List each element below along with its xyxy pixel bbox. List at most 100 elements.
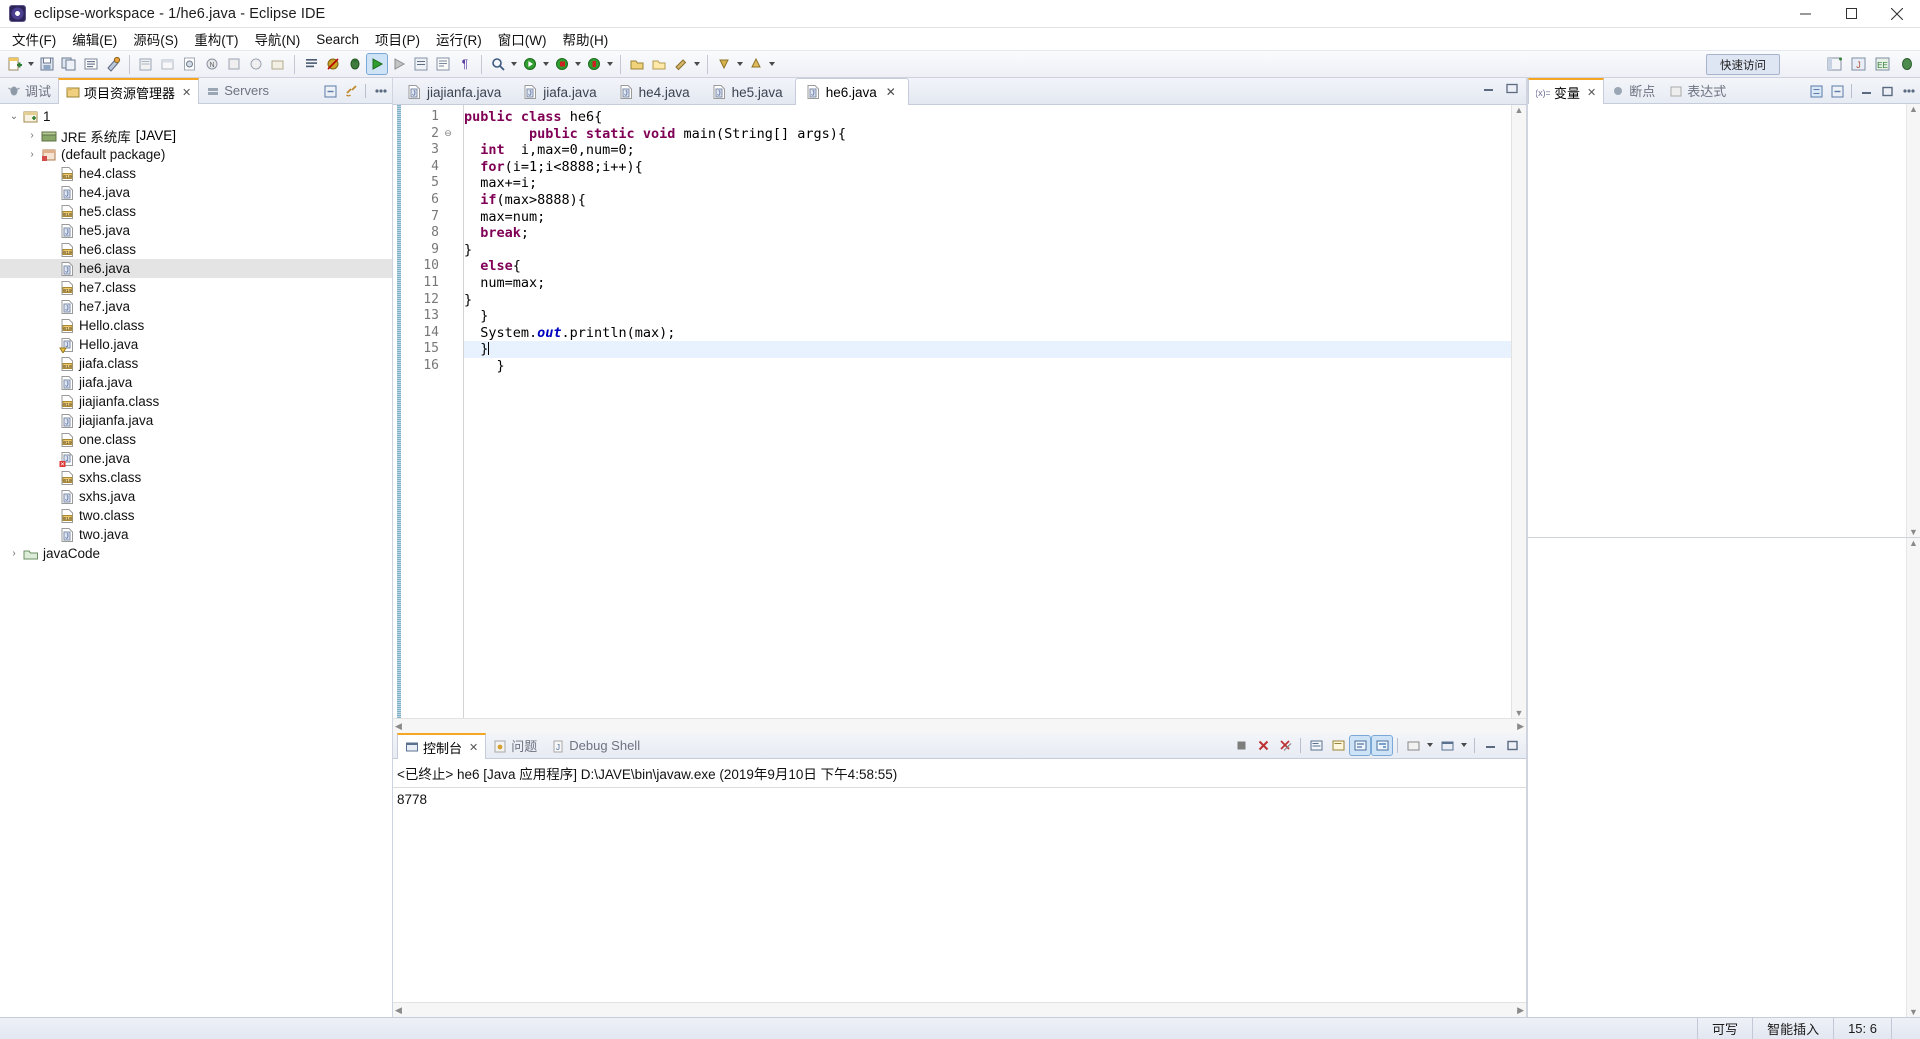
chevron-right-icon[interactable]: ›	[6, 546, 22, 562]
console-scroll-right-icon[interactable]: ▶	[1517, 1005, 1524, 1016]
new-annotation-icon[interactable]	[246, 54, 266, 74]
open-folder-icon[interactable]	[649, 54, 669, 74]
tree-item-hello-java[interactable]: J Hello.java	[0, 335, 392, 354]
fold-collapse-icon[interactable]: ⊖	[443, 126, 453, 143]
tab-expressions[interactable]: 表达式	[1662, 78, 1733, 103]
tab-servers[interactable]: Servers	[199, 78, 276, 103]
code-line[interactable]: }	[464, 292, 1511, 309]
editor-tab-jiajianfa-java[interactable]: Jjiajianfa.java	[397, 80, 513, 104]
previous-annotation-dropdown-icon[interactable]	[767, 54, 777, 74]
code-line[interactable]: num=max;	[464, 275, 1511, 292]
tab-variables-close-icon[interactable]: ✕	[1587, 86, 1596, 99]
new-wizard-dropdown-icon[interactable]	[26, 54, 36, 74]
tab-debug-shell[interactable]: J Debug Shell	[544, 733, 647, 758]
run-icon[interactable]	[366, 53, 388, 75]
close-button[interactable]	[1874, 0, 1920, 28]
code-line[interactable]: }	[464, 308, 1511, 325]
menu-navigate[interactable]: 导航(N)	[247, 27, 309, 51]
source-code[interactable]: public class he6{ public static void mai…	[464, 105, 1511, 718]
quick-access-box[interactable]: 快速访问	[1706, 54, 1780, 75]
tree-item-he5-java[interactable]: Jhe5.java	[0, 221, 392, 240]
view-menu-icon[interactable]	[1899, 82, 1917, 100]
tab-project-explorer-close-icon[interactable]: ✕	[182, 86, 191, 99]
tree-item-jiajianfa-class[interactable]: 010 jiajianfa.class	[0, 392, 392, 411]
variables-content[interactable]: ▲ ▼	[1528, 104, 1920, 537]
tree-item-jiajianfa-java[interactable]: Jjiajianfa.java	[0, 411, 392, 430]
display-console-dropdown-icon[interactable]	[1459, 735, 1469, 755]
maximize-button[interactable]	[1828, 0, 1874, 28]
tree-item-1[interactable]: ⌄ 1	[0, 107, 392, 126]
debug-icon[interactable]	[345, 54, 365, 74]
menu-refactor[interactable]: 重构(T)	[186, 27, 246, 51]
tree-item-he7-class[interactable]: 010 he7.class	[0, 278, 392, 297]
code-line[interactable]: break;	[464, 225, 1511, 242]
run-dropdown-icon[interactable]	[541, 54, 551, 74]
editor-tab-he5-java[interactable]: Jhe5.java	[702, 80, 795, 104]
project-tree[interactable]: ⌄ 1 › JRE 系统库 [JAVE] › (default package) 010 he4…	[0, 104, 392, 1017]
tree-item-jiafa-java[interactable]: Jjiafa.java	[0, 373, 392, 392]
remove-launch-icon[interactable]	[1253, 736, 1273, 755]
scroll-lock-icon[interactable]	[1349, 734, 1371, 756]
previous-annotation-icon[interactable]	[746, 54, 766, 74]
menu-run[interactable]: 运行(R)	[428, 27, 490, 51]
open-perspective-icon[interactable]	[1824, 53, 1846, 75]
tree-item-jre-[interactable]: › JRE 系统库 [JAVE]	[0, 126, 392, 145]
scroll-up-icon[interactable]: ▲	[1909, 538, 1918, 548]
scroll-left-icon[interactable]: ◀	[395, 721, 402, 732]
collapse-all-icon[interactable]	[1828, 82, 1846, 100]
pilcrow-icon[interactable]: ¶	[455, 54, 475, 74]
next-annotation-dropdown-icon[interactable]	[735, 54, 745, 74]
tree-item-he7-java[interactable]: Jhe7.java	[0, 297, 392, 316]
scroll-right-icon[interactable]: ▶	[1517, 721, 1524, 732]
open-type-icon[interactable]	[411, 54, 431, 74]
new-package-icon[interactable]	[158, 54, 178, 74]
tab-project-explorer[interactable]: 项目资源管理器 ✕	[58, 78, 200, 104]
skip-breakpoints-icon[interactable]	[323, 54, 343, 74]
code-line[interactable]: else{	[464, 258, 1511, 275]
menu-edit[interactable]: 编辑(E)	[64, 27, 125, 51]
new-source-folder-icon[interactable]	[268, 54, 288, 74]
tab-console[interactable]: 控制台 ✕	[397, 733, 487, 759]
maximize-view-icon[interactable]	[1502, 736, 1522, 755]
debug-perspective-icon[interactable]	[1896, 53, 1918, 75]
editor-horizontal-scrollbar[interactable]: ◀ ▶	[393, 718, 1526, 733]
console-horizontal-scrollbar[interactable]: ◀ ▶	[393, 1002, 1526, 1017]
scroll-down-icon[interactable]: ▼	[1909, 527, 1918, 537]
open-console-dropdown-icon[interactable]	[1425, 735, 1435, 755]
code-line[interactable]: }	[464, 242, 1511, 259]
editor-tab-he6-java[interactable]: Jhe6.java ✕	[794, 78, 909, 105]
tab-problems[interactable]: 问题	[486, 733, 544, 758]
external-tools-dropdown-icon[interactable]	[573, 54, 583, 74]
scroll-up-icon[interactable]: ▲	[1515, 105, 1524, 115]
show-console-when-output-icon[interactable]	[1306, 736, 1326, 755]
java-perspective-icon[interactable]: J	[1848, 53, 1870, 75]
chevron-right-icon[interactable]: ›	[24, 128, 40, 144]
tree-item-sxhs-java[interactable]: Jsxhs.java	[0, 487, 392, 506]
print-icon[interactable]	[81, 54, 101, 74]
console-output[interactable]: 8778	[393, 788, 1526, 1002]
fold-gutter[interactable]: ⊖	[443, 105, 453, 718]
collapse-all-icon[interactable]	[321, 82, 339, 100]
coverage-run-icon[interactable]	[584, 54, 604, 74]
open-task-icon[interactable]	[301, 54, 321, 74]
wizard-dropdown-icon[interactable]	[692, 54, 702, 74]
scroll-up-icon[interactable]: ▲	[1909, 104, 1918, 114]
tree-item-one-java[interactable]: J ✕ one.java	[0, 449, 392, 468]
minimize-button[interactable]	[1782, 0, 1828, 28]
next-annotation-icon[interactable]	[714, 54, 734, 74]
code-line[interactable]: public class he6{	[464, 109, 1511, 126]
tree-item-two-java[interactable]: Jtwo.java	[0, 525, 392, 544]
code-line[interactable]: public static void main(String[] args){	[464, 126, 1511, 143]
java-browsing-icon[interactable]	[433, 54, 453, 74]
minimize-view-icon[interactable]	[1857, 82, 1875, 100]
new-enum-icon[interactable]	[224, 54, 244, 74]
menu-window[interactable]: 窗口(W)	[490, 27, 555, 51]
new-interface-icon[interactable]: N	[202, 54, 222, 74]
chevron-right-icon[interactable]: ›	[24, 147, 40, 163]
tree-item-he6-class[interactable]: 010 he6.class	[0, 240, 392, 259]
menu-help[interactable]: 帮助(H)	[555, 27, 617, 51]
tab-variables[interactable]: (x)= 变量 ✕	[1528, 78, 1605, 104]
tree-item-hello-class[interactable]: 010 Hello.class	[0, 316, 392, 335]
code-line[interactable]: }	[464, 358, 1511, 375]
code-line[interactable]: max+=i;	[464, 175, 1511, 192]
